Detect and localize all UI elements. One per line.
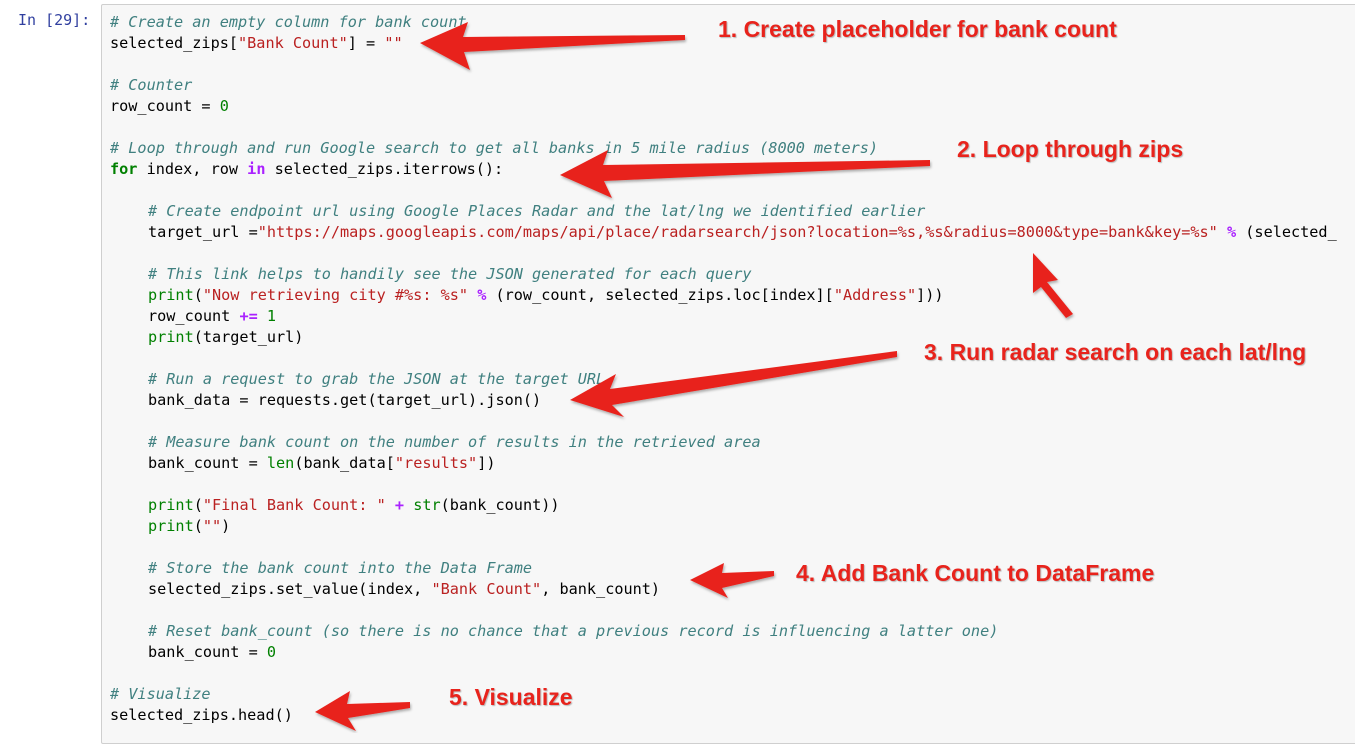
annotation-4: 4. Add Bank Count to DataFrame xyxy=(796,560,1155,586)
annotation-2: 2. Loop through zips xyxy=(957,136,1184,162)
annotation-1: 1. Create placeholder for bank count xyxy=(718,16,1117,42)
annotation-3: 3. Run radar search on each lat/lng xyxy=(924,339,1307,365)
arrow-2-icon xyxy=(560,150,930,198)
annotation-arrows xyxy=(315,22,1073,731)
arrow-6-icon xyxy=(315,691,410,731)
arrow-4-icon xyxy=(570,351,897,417)
annotation-5: 5. Visualize xyxy=(449,684,573,710)
arrow-3-icon xyxy=(1033,253,1073,318)
arrow-5-icon xyxy=(690,563,774,598)
arrow-1-icon xyxy=(420,22,685,70)
